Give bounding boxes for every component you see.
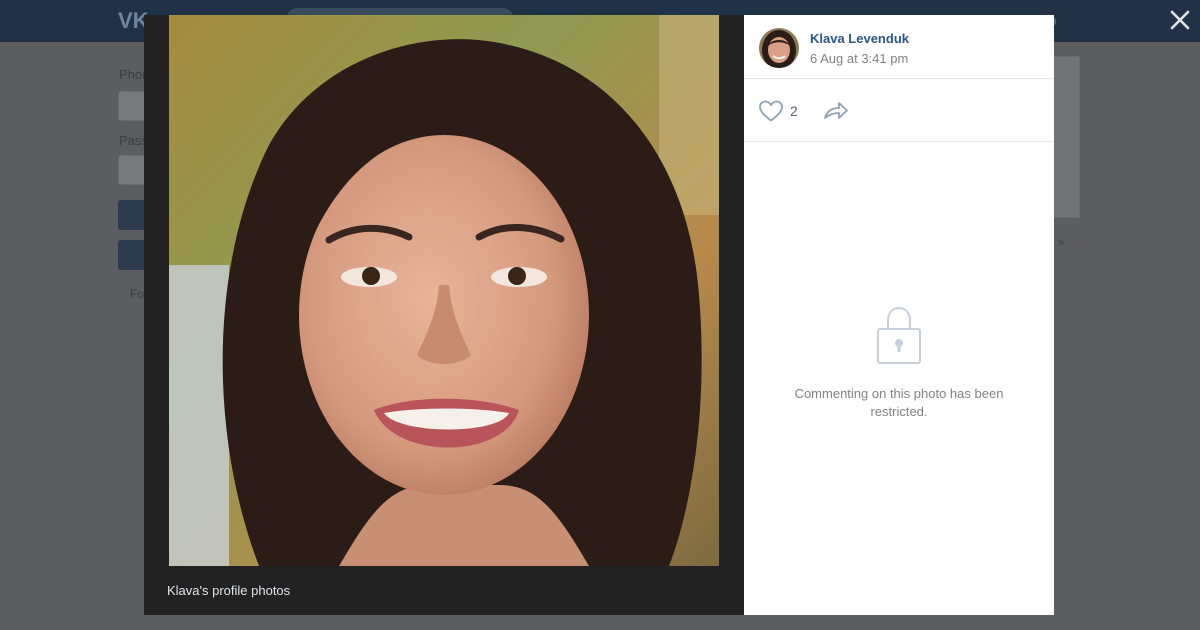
close-icon[interactable] — [1167, 7, 1193, 33]
author-name-link[interactable]: Klava Levenduk — [810, 31, 909, 46]
photo-viewer: Klava's profile photos — [144, 15, 744, 615]
heart-icon — [759, 100, 783, 122]
action-bar: 2 — [744, 79, 1054, 142]
lock-icon — [877, 306, 921, 364]
profile-photo[interactable] — [169, 15, 719, 566]
post-date-link[interactable]: 6 Aug at 3:41 pm — [810, 51, 908, 66]
album-caption[interactable]: Klava's profile photos — [167, 583, 290, 598]
post-header: Klava Levenduk 6 Aug at 3:41 pm — [744, 15, 1054, 79]
like-button[interactable]: 2 — [758, 98, 798, 124]
share-arrow-icon[interactable] — [822, 99, 850, 123]
photo-info-panel: Klava Levenduk 6 Aug at 3:41 pm 2 Commen… — [744, 15, 1054, 615]
background-forgot-link: Fo — [130, 287, 145, 301]
background-side-card — [1050, 56, 1080, 218]
like-count: 2 — [790, 103, 798, 119]
restricted-message: Commenting on this photo has been restri… — [794, 386, 1004, 419]
avatar[interactable] — [759, 28, 799, 68]
comments-restricted-notice: Commenting on this photo has been restri… — [744, 305, 1054, 421]
